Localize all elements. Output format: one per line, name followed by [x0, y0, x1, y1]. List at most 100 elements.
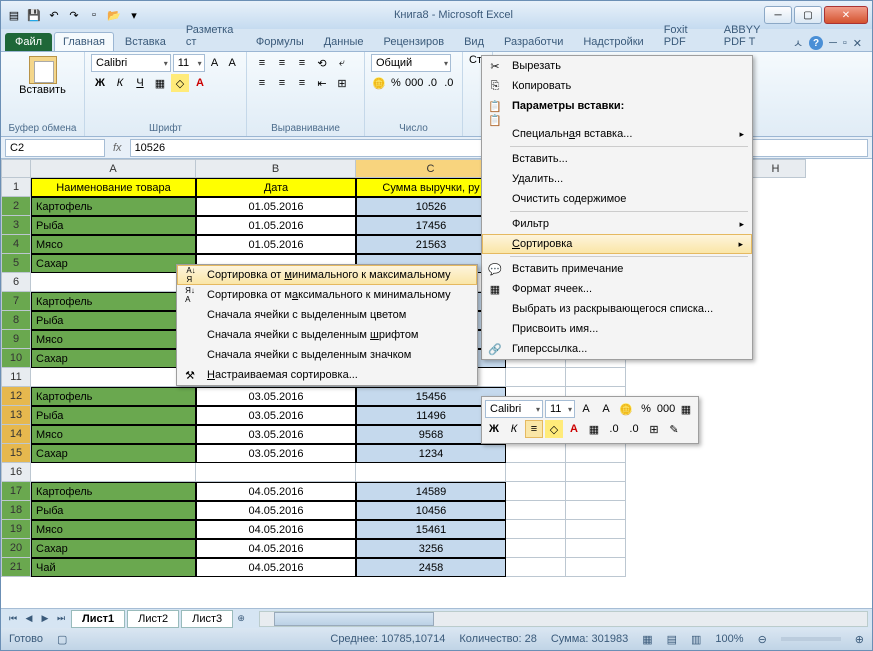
select-all-corner[interactable] [1, 159, 31, 178]
menu-paste-special[interactable]: Специальная вставка... [482, 124, 752, 144]
fill-color-icon[interactable]: ◇ [171, 74, 189, 92]
view-pagebreak-icon[interactable]: ▥ [691, 633, 701, 646]
font-size-combo[interactable]: 11 [173, 54, 205, 72]
cell[interactable]: Рыба [31, 406, 196, 425]
comma-icon[interactable]: 000 [405, 74, 423, 92]
underline-icon[interactable]: Ч [131, 74, 149, 92]
cell[interactable] [566, 501, 626, 520]
workbook-restore-icon[interactable]: ▫ [843, 37, 847, 49]
cell[interactable]: Картофель [31, 292, 196, 311]
cell[interactable]: Мясо [31, 520, 196, 539]
mini-currency-icon[interactable]: 🪙 [617, 400, 635, 418]
menu-filter[interactable]: Фильтр [482, 214, 752, 234]
tab-formulas[interactable]: Формулы [247, 32, 313, 51]
row-header[interactable]: 8 [1, 311, 31, 330]
cell[interactable] [566, 482, 626, 501]
file-tab[interactable]: Файл [5, 33, 52, 51]
border-icon[interactable]: ▦ [151, 74, 169, 92]
macro-record-icon[interactable]: ▢ [57, 633, 67, 646]
row-header[interactable]: 16 [1, 463, 31, 482]
row-header[interactable]: 14 [1, 425, 31, 444]
mini-align-icon[interactable]: ≡ [525, 420, 543, 438]
sort-by-color[interactable]: Сначала ячейки с выделенным цветом [177, 305, 477, 325]
mini-bold-icon[interactable]: Ж [485, 420, 503, 438]
cell[interactable] [566, 368, 626, 387]
row-header[interactable]: 10 [1, 349, 31, 368]
sheet-tab-1[interactable]: Лист1 [71, 610, 125, 628]
qat-more-icon[interactable]: ▾ [125, 6, 143, 24]
row-header[interactable]: 17 [1, 482, 31, 501]
mini-merge-icon[interactable]: ⊞ [645, 420, 663, 438]
sort-by-font[interactable]: Сначала ячейки с выделенным шрифтом [177, 325, 477, 345]
shrink-font-icon[interactable]: A [224, 54, 240, 72]
tab-addins[interactable]: Надстройки [574, 32, 652, 51]
cell[interactable]: 03.05.2016 [196, 387, 356, 406]
cell[interactable]: 01.05.2016 [196, 216, 356, 235]
align-top-icon[interactable]: ≡ [253, 54, 271, 72]
open-icon[interactable]: 📂 [105, 6, 123, 24]
cell[interactable]: Картофель [31, 482, 196, 501]
tab-pagelayout[interactable]: Разметка ст [177, 20, 245, 51]
cell[interactable] [31, 463, 196, 482]
cell[interactable] [566, 463, 626, 482]
row-header[interactable]: 21 [1, 558, 31, 577]
align-bottom-icon[interactable]: ≡ [293, 54, 311, 72]
cell[interactable] [31, 368, 196, 387]
cell[interactable]: 03.05.2016 [196, 444, 356, 463]
mini-font-combo[interactable]: Calibri [485, 400, 543, 418]
menu-insert[interactable]: Вставить... [482, 149, 752, 169]
redo-icon[interactable]: ↷ [65, 6, 83, 24]
minimize-ribbon-icon[interactable]: ㅅ [793, 35, 803, 51]
align-center-icon[interactable]: ≡ [273, 74, 291, 92]
mini-size-combo[interactable]: 11 [545, 400, 575, 418]
percent-icon[interactable]: % [389, 74, 403, 92]
row-header[interactable]: 11 [1, 368, 31, 387]
row-header[interactable]: 6 [1, 273, 31, 292]
sort-custom[interactable]: ⚒Настраиваемая сортировка... [177, 365, 477, 385]
tab-insert[interactable]: Вставка [116, 32, 175, 51]
menu-cut[interactable]: ✂Вырезать [482, 56, 752, 76]
mini-grow-font-icon[interactable]: A [577, 400, 595, 418]
cell[interactable] [566, 558, 626, 577]
cell[interactable] [566, 539, 626, 558]
cell[interactable]: 04.05.2016 [196, 558, 356, 577]
menu-comment[interactable]: 💬Вставить примечание [482, 259, 752, 279]
name-box[interactable]: C2 [5, 139, 105, 157]
tab-foxit[interactable]: Foxit PDF [655, 20, 713, 51]
cell[interactable] [506, 368, 566, 387]
mini-shrink-font-icon[interactable]: A [597, 400, 615, 418]
cell[interactable]: 2458 [356, 558, 506, 577]
undo-icon[interactable]: ↶ [45, 6, 63, 24]
row-header[interactable]: 20 [1, 539, 31, 558]
align-middle-icon[interactable]: ≡ [273, 54, 291, 72]
mini-dec-decimal-icon[interactable]: .0 [625, 420, 643, 438]
cell[interactable] [506, 558, 566, 577]
cell[interactable]: Картофель [31, 387, 196, 406]
cell[interactable]: 04.05.2016 [196, 501, 356, 520]
sheet-tab-3[interactable]: Лист3 [181, 610, 233, 628]
mini-font-color-icon[interactable]: A [565, 420, 583, 438]
menu-paste-options[interactable]: 📋Параметры вставки: [482, 96, 752, 116]
horizontal-scrollbar[interactable] [259, 611, 868, 627]
row-header[interactable]: 3 [1, 216, 31, 235]
sort-asc[interactable]: А↓ЯСортировка от минимального к максимал… [177, 265, 477, 285]
menu-format-cells[interactable]: ▦Формат ячеек... [482, 279, 752, 299]
view-normal-icon[interactable]: ▦ [642, 633, 652, 646]
row-header[interactable]: 12 [1, 387, 31, 406]
menu-sort[interactable]: Сортировка [482, 234, 752, 254]
mini-italic-icon[interactable]: К [505, 420, 523, 438]
cell[interactable]: 04.05.2016 [196, 482, 356, 501]
menu-delete[interactable]: Удалить... [482, 169, 752, 189]
sheet-nav-next-icon[interactable]: ▶ [37, 613, 53, 624]
tab-view[interactable]: Вид [455, 32, 493, 51]
sheet-tab-2[interactable]: Лист2 [127, 610, 179, 628]
align-left-icon[interactable]: ≡ [253, 74, 271, 92]
cell[interactable] [506, 444, 566, 463]
col-header-B[interactable]: B [196, 159, 356, 178]
cell[interactable]: 3256 [356, 539, 506, 558]
zoom-slider[interactable] [781, 637, 841, 641]
cell[interactable]: Сахар [31, 444, 196, 463]
font-name-combo[interactable]: Calibri [91, 54, 171, 72]
mini-painter-icon[interactable]: ✎ [665, 420, 683, 438]
cell[interactable]: Сахар [31, 539, 196, 558]
